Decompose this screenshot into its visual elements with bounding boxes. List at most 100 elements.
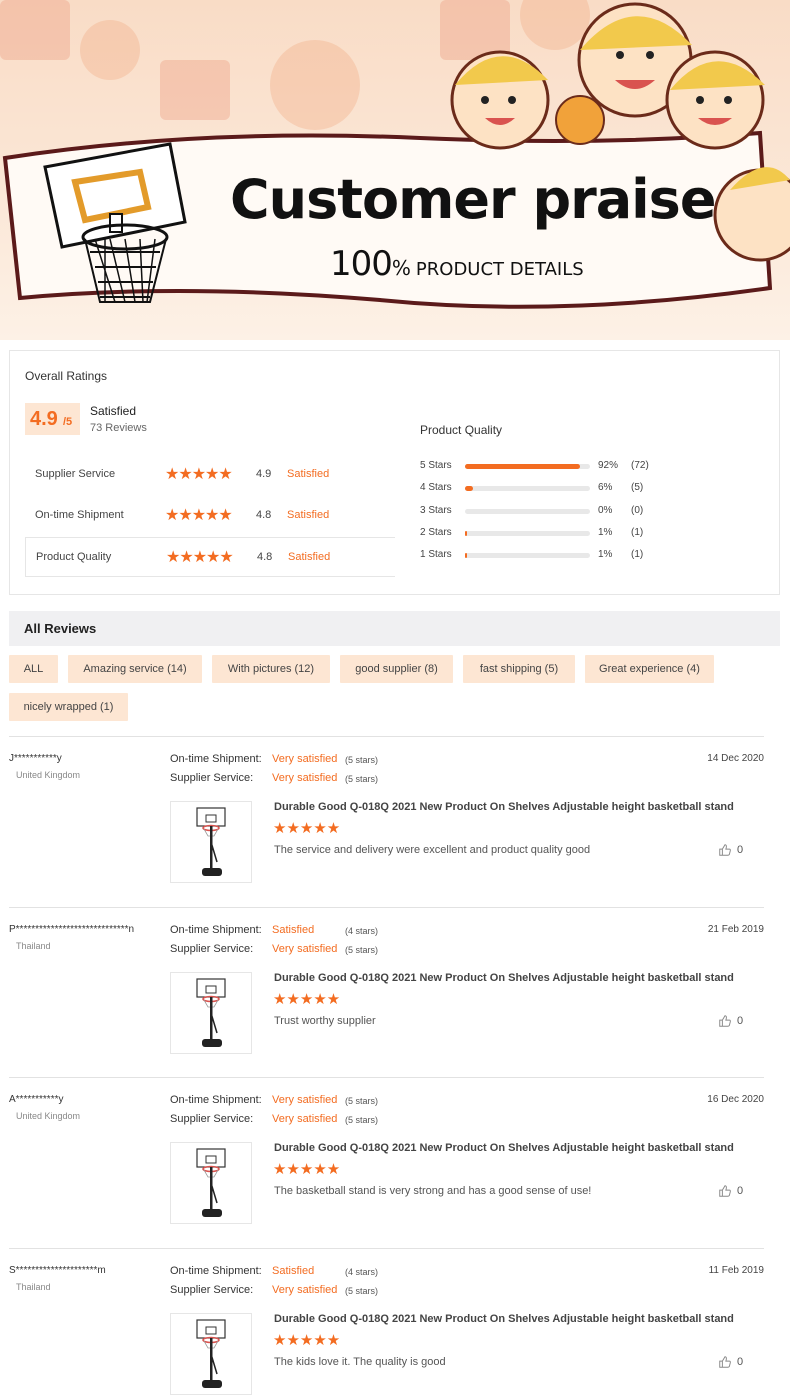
like-button[interactable]: 0 xyxy=(718,1184,743,1198)
distribution-percent: 0% xyxy=(598,504,613,516)
shipment-label: On-time Shipment: xyxy=(170,1264,262,1277)
rating-row-product-quality[interactable]: Product Quality ★★★★★ 4.8 Satisfied xyxy=(25,537,395,577)
basketball-decoration xyxy=(80,20,140,80)
distribution-bar-track xyxy=(465,508,590,514)
like-button[interactable]: 0 xyxy=(718,843,743,857)
review-date: 16 Dec 2020 xyxy=(707,1094,764,1105)
distribution-percent: 92% xyxy=(598,460,619,471)
distribution-bar-track xyxy=(465,553,590,559)
reviewer-country: United Kingdom xyxy=(16,770,81,780)
reviewer-name: S*********************m xyxy=(9,1264,106,1276)
product-thumbnail[interactable] xyxy=(170,1312,252,1395)
review-text: The basketball stand is very strong and … xyxy=(274,1185,592,1197)
shipment-stars: (4 stars) xyxy=(345,1266,379,1277)
like-count: 0 xyxy=(737,1185,744,1197)
star-rating-icon: ★★★★★ xyxy=(165,466,233,483)
distribution-percent: 1% xyxy=(598,549,613,561)
shipment-stars: (5 stars) xyxy=(345,1096,379,1106)
service-stars: (5 stars) xyxy=(345,944,379,955)
shipment-label: On-time Shipment: xyxy=(170,1094,262,1106)
service-label: Supplier Service: xyxy=(170,1283,254,1296)
service-value: Very satisfied xyxy=(272,1113,338,1125)
reviewer-country: Thailand xyxy=(16,940,51,951)
banner-percent-sign: % xyxy=(391,256,411,280)
basketball-decoration xyxy=(270,40,360,130)
overall-score-label: Satisfied xyxy=(90,404,137,418)
like-count: 0 xyxy=(737,1014,744,1027)
star-rating-icon: ★★★★★ xyxy=(165,507,233,524)
service-stars: (5 stars) xyxy=(345,774,379,784)
shipment-stars: (4 stars) xyxy=(345,925,379,936)
overall-ratings-panel: Overall Ratings 4.9 /5 Satisfied 73 Revi… xyxy=(9,350,780,595)
review-date: 14 Dec 2020 xyxy=(707,753,764,764)
distribution-bar-track xyxy=(465,486,590,492)
distribution-percent: 1% xyxy=(598,526,613,538)
rating-row-value: 4.8 xyxy=(257,551,273,563)
distribution-count: (1) xyxy=(631,526,644,538)
rating-distribution-row: 5 Stars 92% (72) xyxy=(420,459,760,473)
rating-row-value: 4.8 xyxy=(256,509,272,521)
review-card: A***********y United Kingdom On-time Shipm… xyxy=(9,1077,764,1247)
reviewer-country: Thailand xyxy=(16,1281,51,1292)
star-rating-icon: ★★★★★ xyxy=(166,549,234,566)
distribution-bar-fill xyxy=(465,486,473,492)
thumbs-up-icon xyxy=(718,1185,732,1197)
banner-subtitle-text: PRODUCT DETAILS xyxy=(415,259,584,280)
basketball-hoop-icon xyxy=(43,142,187,303)
service-label: Supplier Service: xyxy=(170,772,254,784)
banner-title: Customer praise xyxy=(230,168,716,231)
shipment-label: On-time Shipment: xyxy=(170,753,262,765)
filter-chip-amazing-service[interactable]: Amazing service (14) xyxy=(68,655,202,683)
filter-chip-good-supplier[interactable]: good supplier (8) xyxy=(340,655,453,683)
filter-chip-great-experience[interactable]: Great experience (4) xyxy=(585,655,714,683)
all-reviews-header: All Reviews xyxy=(9,611,780,646)
review-card: S*********************m Thailand On-time S… xyxy=(9,1247,764,1395)
like-count: 0 xyxy=(737,844,744,856)
service-label: Supplier Service: xyxy=(170,1113,254,1125)
filter-chip-all[interactable]: ALL xyxy=(9,655,58,683)
product-thumbnail[interactable] xyxy=(170,1142,252,1224)
product-thumbnail[interactable] xyxy=(170,801,252,883)
service-stars: (5 stars) xyxy=(345,1285,379,1296)
product-title-link[interactable]: Durable Good Q-018Q 2021 New Product On … xyxy=(274,1313,734,1325)
rating-row-label: On-time Shipment xyxy=(35,509,124,521)
shipment-value: Very satisfied xyxy=(272,753,338,765)
product-title-link[interactable]: Durable Good Q-018Q 2021 New Product On … xyxy=(274,1142,734,1154)
overall-ratings-heading: Overall Ratings xyxy=(25,369,108,383)
customer-praise-banner: Customer praise 100% PRODUCT DETAILS xyxy=(0,0,790,340)
shipment-value: Very satisfied xyxy=(272,1094,338,1106)
rating-distribution-row: 4 Stars 6% (5) xyxy=(420,481,760,495)
product-title-link[interactable]: Durable Good Q-018Q 2021 New Product On … xyxy=(274,801,734,813)
review-text: The kids love it. The quality is good xyxy=(274,1355,446,1368)
distribution-bar-track xyxy=(465,464,590,469)
distribution-bar-track xyxy=(465,530,590,536)
banner-percent: 100 xyxy=(330,244,393,284)
rating-distribution-row: 1 Stars 1% (1) xyxy=(420,548,760,562)
distribution-label: 3 Stars xyxy=(420,504,452,516)
distribution-label: 5 Stars xyxy=(420,460,452,471)
review-text: Trust worthy supplier xyxy=(274,1014,376,1027)
rating-row-word: Satisfied xyxy=(288,551,331,563)
reviewer-country: United Kingdom xyxy=(16,1111,81,1121)
overall-score: 4.9 xyxy=(30,408,58,430)
distribution-count: (5) xyxy=(631,482,644,494)
review-text: The service and delivery were excellent … xyxy=(274,844,591,856)
like-button[interactable]: 0 xyxy=(718,1355,743,1369)
product-title-link[interactable]: Durable Good Q-018Q 2021 New Product On … xyxy=(274,972,734,984)
filter-chip-fast-shipping[interactable]: fast shipping (5) xyxy=(463,655,575,683)
thumbs-up-icon xyxy=(718,1355,732,1368)
reviewer-name: P*****************************n xyxy=(9,923,135,935)
shipment-label: On-time Shipment: xyxy=(170,923,262,936)
rating-row-value: 4.9 xyxy=(256,468,272,480)
distribution-bar-fill xyxy=(465,464,580,469)
like-button[interactable]: 0 xyxy=(718,1014,743,1028)
service-value: Very satisfied xyxy=(272,1283,338,1296)
filter-chip-nicely-wrapped[interactable]: nicely wrapped (1) xyxy=(9,693,128,721)
rating-row-label: Product Quality xyxy=(36,551,112,563)
filter-chip-with-pictures[interactable]: With pictures (12) xyxy=(212,655,330,683)
star-rating-icon: ★★★★★ xyxy=(273,990,341,1008)
like-count: 0 xyxy=(737,1355,744,1368)
product-thumbnail[interactable] xyxy=(170,971,252,1054)
star-rating-icon: ★★★★★ xyxy=(273,1331,341,1349)
product-quality-title: Product Quality xyxy=(420,423,503,437)
